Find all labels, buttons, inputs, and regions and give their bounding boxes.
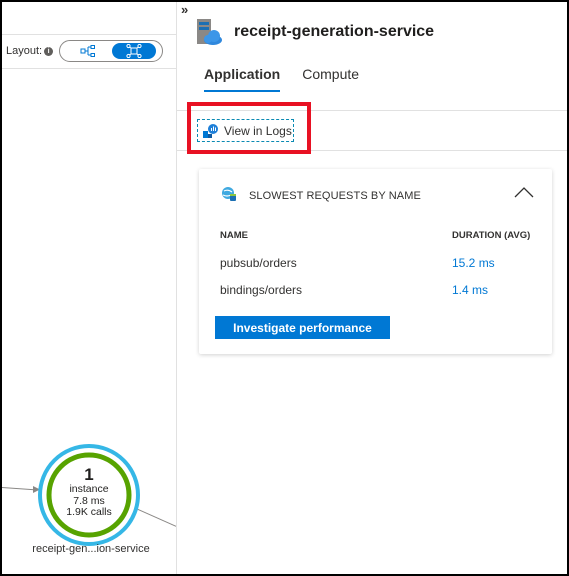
node-calls: 1.9K calls — [66, 506, 112, 518]
hierarchy-icon — [80, 45, 96, 57]
details-panel: » receipt-generation-service Application… — [177, 2, 567, 574]
view-in-logs-button[interactable]: View in Logs — [197, 119, 294, 142]
toolbar-divider — [2, 34, 176, 35]
request-duration[interactable]: 15.2 ms — [452, 256, 495, 270]
tab-application[interactable]: Application — [204, 64, 281, 92]
request-duration[interactable]: 1.4 ms — [452, 283, 488, 297]
logs-icon — [203, 123, 218, 138]
outgoing-edge — [135, 508, 177, 527]
investigate-performance-button[interactable]: Investigate performance — [215, 316, 390, 339]
column-header-duration: DURATION (AVG) — [452, 230, 531, 241]
toolbar-divider — [2, 68, 176, 69]
service-node[interactable]: 1 instance 7.8 ms 1.9K calls — [37, 443, 141, 547]
node-duration: 7.8 ms — [73, 494, 105, 507]
view-in-logs-label: View in Logs — [224, 123, 292, 138]
application-map-canvas[interactable]: Layout: i 1 instance 7.8 ms 1.9K calls r… — [2, 2, 177, 574]
network-icon — [126, 44, 142, 58]
info-icon[interactable]: i — [44, 46, 54, 56]
layout-toggle[interactable] — [59, 40, 164, 62]
request-name: pubsub/orders — [220, 256, 297, 270]
layout-option-hierarchical[interactable] — [66, 43, 110, 59]
chevron-up-icon[interactable] — [514, 184, 534, 200]
layout-option-network[interactable] — [112, 43, 157, 59]
card-title: SLOWEST REQUESTS BY NAME — [249, 190, 421, 202]
requests-icon — [222, 187, 236, 201]
panel-tabs: Application Compute — [204, 64, 381, 92]
node-label[interactable]: receipt-gen...ion-service — [16, 543, 166, 555]
tab-compute[interactable]: Compute — [302, 64, 359, 92]
app-frame: Layout: i 1 instance 7.8 ms 1.9K calls r… — [2, 2, 567, 574]
app-service-icon — [197, 19, 222, 45]
collapse-panel-button[interactable]: » — [181, 2, 188, 17]
request-name: bindings/orders — [220, 283, 303, 297]
node-instance-unit: instance — [69, 483, 109, 495]
column-header-name: NAME — [220, 230, 248, 241]
slowest-requests-card: SLOWEST REQUESTS BY NAME NAME DURATION (… — [199, 169, 552, 354]
panel-title: receipt-generation-service — [234, 23, 435, 40]
node-instance-count: 1 — [84, 465, 94, 484]
layout-control: Layout: i — [2, 38, 164, 64]
layout-label: Layout: — [6, 45, 43, 57]
